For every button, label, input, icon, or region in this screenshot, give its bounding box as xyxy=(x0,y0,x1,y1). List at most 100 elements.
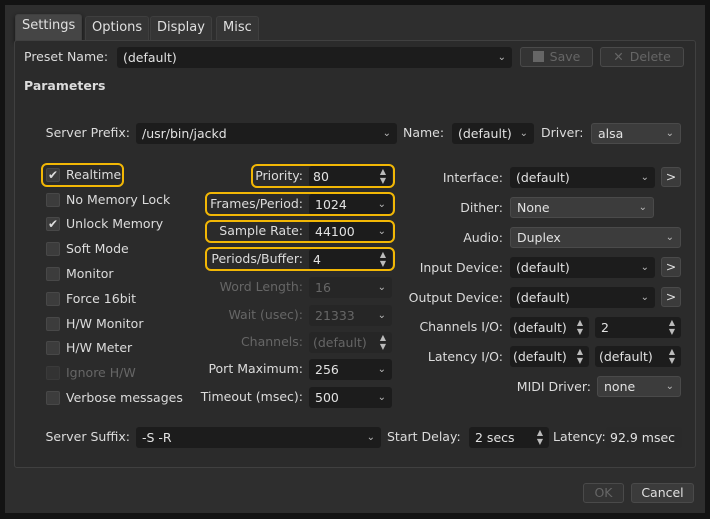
timeout-msec-value: 500 xyxy=(315,390,339,405)
spin-arrows-icon: ▲ ▼ xyxy=(576,347,583,365)
h-w-monitor-checkbox[interactable] xyxy=(46,317,60,331)
chevron-down-icon: ⌄ xyxy=(497,52,506,63)
spin-arrows-icon: ▲ ▼ xyxy=(536,428,543,446)
monitor-checkbox[interactable] xyxy=(46,267,60,281)
word-length-combo[interactable]: 16 ⌄ xyxy=(309,277,392,298)
server-suffix-label: Server Suffix: xyxy=(45,429,130,444)
port-maximum-combo[interactable]: 256 ⌄ xyxy=(309,359,392,380)
sample-rate-highlight xyxy=(205,220,395,243)
h-w-meter-label: H/W Meter xyxy=(66,340,133,355)
periods-buffer-highlight xyxy=(205,247,395,271)
interface-label: Interface: xyxy=(442,170,503,185)
tab-display[interactable]: Display xyxy=(150,16,212,40)
realtime-highlight xyxy=(41,163,124,187)
midi-driver-combo[interactable]: none ⌄ xyxy=(597,376,681,397)
chevron-down-icon: ⌄ xyxy=(377,310,386,321)
input-device-combo[interactable]: (default) ⌄ xyxy=(510,257,655,278)
interface-value: (default) xyxy=(516,170,570,185)
channels-out-value: 2 xyxy=(601,320,609,335)
tab-settings[interactable]: Settings xyxy=(15,14,83,41)
ignore-h-w-label: Ignore H/W xyxy=(66,365,136,380)
latency-in-spinbox[interactable]: (default) ▲ ▼ xyxy=(510,346,589,367)
input-device-value: (default) xyxy=(516,260,570,275)
output-device-value: (default) xyxy=(516,290,570,305)
input-device-select-button[interactable]: > xyxy=(661,257,681,277)
timeout-msec-combo[interactable]: 500 ⌄ xyxy=(309,387,392,408)
name-combo[interactable]: (default) ⌄ xyxy=(452,123,534,144)
channels-out-spinbox[interactable]: 2 ▲ ▼ xyxy=(595,317,681,338)
latency-io-label: Latency I/O: xyxy=(427,349,503,364)
chevron-down-icon: ⌄ xyxy=(665,232,674,243)
output-device-combo[interactable]: (default) ⌄ xyxy=(510,287,655,308)
chevron-down-icon: ⌄ xyxy=(665,128,674,139)
output-device-label: Output Device: xyxy=(408,290,503,305)
channels-in-spinbox[interactable]: (default) ▲ ▼ xyxy=(510,317,589,338)
driver-value: alsa xyxy=(598,126,624,141)
name-value: (default) xyxy=(458,126,512,141)
no-memory-lock-label: No Memory Lock xyxy=(66,192,171,207)
monitor-label: Monitor xyxy=(66,266,114,281)
tab-misc[interactable]: Misc xyxy=(216,16,259,40)
port-maximum-label: Port Maximum: xyxy=(208,361,303,376)
output-device-select-button[interactable]: > xyxy=(661,287,681,307)
floppy-icon xyxy=(532,51,544,62)
interface-combo[interactable]: (default) ⌄ xyxy=(510,167,655,188)
no-memory-lock-checkbox[interactable] xyxy=(46,193,60,207)
chevron-down-icon: ⌄ xyxy=(640,292,649,303)
force-16bit-label: Force 16bit xyxy=(66,291,137,306)
unlock-memory-label: Unlock Memory xyxy=(66,216,164,231)
audio-combo[interactable]: Duplex ⌄ xyxy=(510,227,681,248)
chevron-down-icon: ⌄ xyxy=(665,381,674,392)
unlock-memory-checkbox[interactable]: ✔ xyxy=(46,217,60,231)
cancel-button[interactable]: Cancel xyxy=(631,483,694,503)
wait-usec-combo[interactable]: 21333 ⌄ xyxy=(309,305,392,326)
verbose-messages-checkbox[interactable] xyxy=(46,391,60,405)
wait-usec-label: Wait (usec): xyxy=(228,307,303,322)
start-delay-label: Start Delay: xyxy=(387,429,461,444)
ok-button[interactable]: OK xyxy=(583,483,624,503)
frames-period-highlight xyxy=(205,192,395,216)
delete-button[interactable]: ✕ Delete xyxy=(600,47,684,67)
preset-name-combo[interactable]: (default) ⌄ xyxy=(117,47,512,68)
save-label: Save xyxy=(549,49,581,64)
server-suffix-combo[interactable]: -S -R ⌄ xyxy=(136,427,381,448)
check-icon: ✔ xyxy=(47,217,59,231)
midi-driver-value: none xyxy=(604,379,636,394)
verbose-messages-label: Verbose messages xyxy=(66,390,183,405)
server-prefix-combo[interactable]: /usr/bin/jackd ⌄ xyxy=(136,123,397,144)
latency-in-value: (default) xyxy=(513,349,567,364)
spin-arrows-icon: ▲ ▼ xyxy=(576,318,583,336)
audio-label: Audio: xyxy=(463,230,503,245)
midi-driver-label: MIDI Driver: xyxy=(516,379,591,394)
wait-usec-value: 21333 xyxy=(315,308,355,323)
latency-out-spinbox[interactable]: (default) ▲ ▼ xyxy=(595,346,681,367)
tab-options[interactable]: Options xyxy=(85,16,150,40)
chevron-down-icon: ⌄ xyxy=(377,364,386,375)
dither-combo[interactable]: None ⌄ xyxy=(510,197,654,218)
ignore-h-w-checkbox[interactable] xyxy=(46,366,60,380)
save-button[interactable]: Save xyxy=(520,47,593,67)
input-device-label: Input Device: xyxy=(419,260,503,275)
dither-label: Dither: xyxy=(460,200,503,215)
parameters-heading: Parameters xyxy=(24,78,106,93)
channels-in-value: (default) xyxy=(513,320,567,335)
soft-mode-label: Soft Mode xyxy=(66,241,129,256)
start-delay-spinbox[interactable]: 2 secs ▲ ▼ xyxy=(469,427,549,448)
channels-label: Channels: xyxy=(240,334,303,349)
interface-select-button[interactable]: > xyxy=(661,167,681,187)
audio-value: Duplex xyxy=(517,230,561,245)
driver-label: Driver: xyxy=(541,125,584,140)
soft-mode-checkbox[interactable] xyxy=(46,242,60,256)
preset-name-value: (default) xyxy=(123,50,177,65)
driver-combo[interactable]: alsa ⌄ xyxy=(591,123,681,144)
spin-arrows-icon: ▲ ▼ xyxy=(668,347,675,365)
name-label: Name: xyxy=(403,125,445,140)
h-w-meter-checkbox[interactable] xyxy=(46,341,60,355)
server-suffix-value: -S -R xyxy=(142,430,172,445)
chevron-down-icon: ⌄ xyxy=(366,432,375,443)
channels-io-label: Channels I/O: xyxy=(419,319,503,334)
x-icon: ✕ xyxy=(613,49,624,64)
force-16bit-checkbox[interactable] xyxy=(46,292,60,306)
server-prefix-value: /usr/bin/jackd xyxy=(142,126,227,141)
channels-spinbox[interactable]: (default) ▲ ▼ xyxy=(309,332,392,353)
